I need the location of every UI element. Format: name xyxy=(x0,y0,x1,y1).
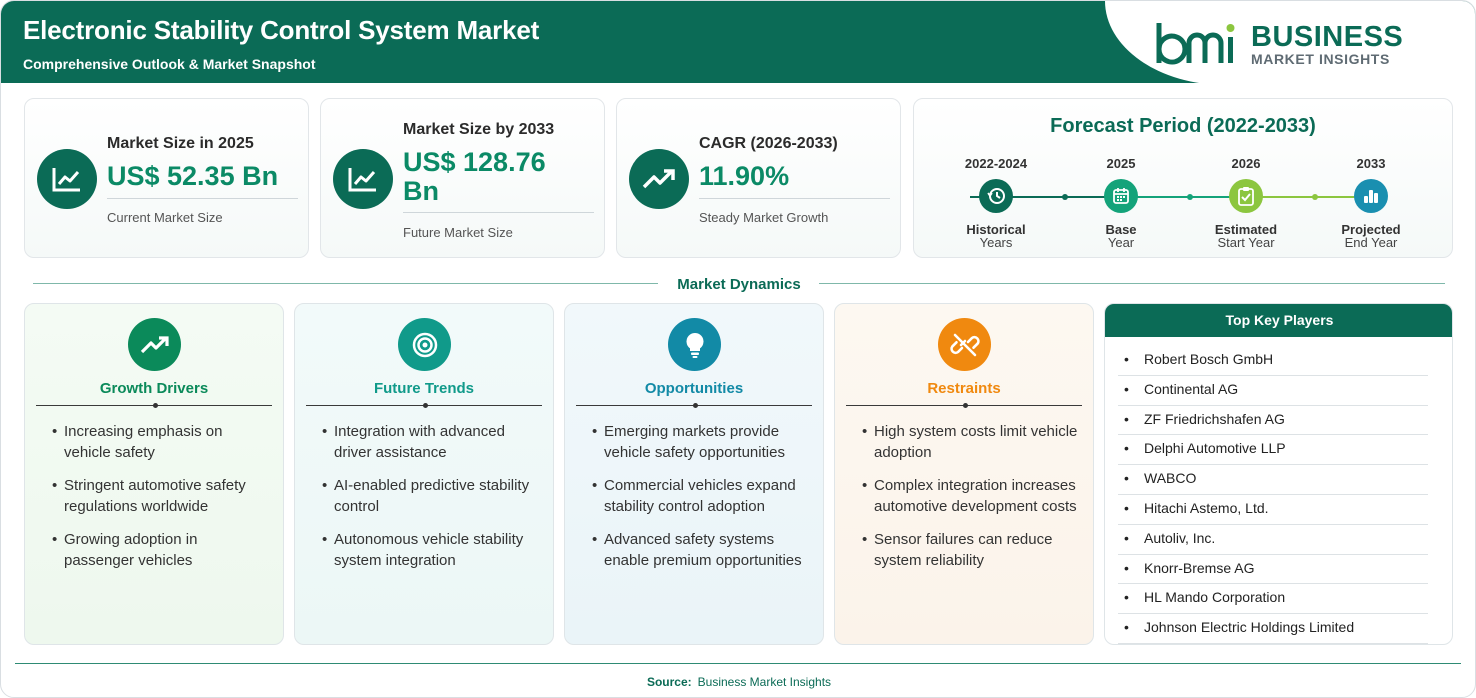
list-item: Knorr-Bremse AG xyxy=(1118,555,1428,585)
timeline-dot xyxy=(1062,194,1068,200)
timeline-dot xyxy=(1187,194,1193,200)
list-item: Autoliv, Inc. xyxy=(1118,525,1428,555)
column-opportunities: Opportunities Emerging markets provide v… xyxy=(564,303,824,645)
column-title: Restraints xyxy=(927,380,1001,397)
logo: BUSINESS MARKET INSIGHTS xyxy=(1105,1,1475,85)
stat-card-cagr: CAGR (2026-2033) 11.90% Steady Market Gr… xyxy=(616,98,901,258)
key-players-title: Top Key Players xyxy=(1105,304,1452,337)
stat-value: US$ 128.76 Bn xyxy=(403,147,546,206)
stat-value: 11.90% xyxy=(699,161,790,191)
list-item: HL Mando Corporation xyxy=(1118,584,1428,615)
stat-label: Market Size by 2033 xyxy=(403,121,555,138)
column-restraints: Restraints High system costs limit vehic… xyxy=(834,303,1094,645)
forecast-caption-sub: Start Year xyxy=(1217,235,1275,250)
forecast-year: 2022-2024 xyxy=(964,156,1028,171)
stat-label: CAGR (2026-2033) xyxy=(699,135,838,152)
column-title: Future Trends xyxy=(373,380,474,397)
list-item: Advanced safety systems enable premium o… xyxy=(592,529,811,571)
stat-card-market-size-2025: Market Size in 2025 US$ 52.35 Bn Current… xyxy=(24,98,309,258)
target-icon xyxy=(398,318,451,371)
forecast-year: 2026 xyxy=(1231,156,1261,171)
column-title: Opportunities xyxy=(644,380,744,397)
list-item: AI-enabled predictive stability control xyxy=(322,475,541,517)
stat-value: US$ 52.35 Bn xyxy=(107,161,279,191)
list-item: Commercial vehicles expand stability con… xyxy=(592,475,811,517)
section-title-market-dynamics: Market Dynamics xyxy=(677,276,801,293)
broken-link-icon xyxy=(938,318,991,371)
bar-chart-icon xyxy=(1354,179,1388,213)
calendar-icon xyxy=(1104,179,1138,213)
timeline-segment xyxy=(1122,196,1246,198)
list-item: Integration with advanced driver assista… xyxy=(322,421,541,463)
forecast-caption-sub: Year xyxy=(1107,235,1135,250)
list-item: Emerging markets provide vehicle safety … xyxy=(592,421,811,463)
forecast-caption-sub: End Year xyxy=(1344,235,1398,250)
timeline-dot xyxy=(1312,194,1318,200)
trending-up-icon xyxy=(629,149,689,209)
logo-mark xyxy=(1155,19,1245,80)
source-line: Source: Business Market Insights xyxy=(1,675,1475,689)
bullet-list: Integration with advanced driver assista… xyxy=(322,421,541,583)
trending-up-icon xyxy=(128,318,181,371)
forecast-caption-sub: Years xyxy=(979,235,1013,250)
list-item: Delphi Automotive LLP xyxy=(1118,435,1428,466)
page-title: Electronic Stability Control System Mark… xyxy=(23,15,540,45)
lightbulb-icon xyxy=(668,318,721,371)
divider xyxy=(15,663,1461,664)
stat-note: Future Market Size xyxy=(403,225,513,240)
bullet-list: High system costs limit vehicle adoption… xyxy=(862,421,1081,583)
list-item: Stringent automotive safety regulations … xyxy=(52,475,271,517)
forecast-year: 2033 xyxy=(1356,156,1386,171)
logo-text-market-insights: MARKET INSIGHTS xyxy=(1251,51,1390,67)
source-label: Source: xyxy=(646,675,692,689)
divider-dot xyxy=(423,403,428,408)
clipboard-check-icon xyxy=(1229,179,1263,213)
timeline-segment xyxy=(1246,196,1370,198)
list-item: Robert Bosch GmbH xyxy=(1118,346,1428,376)
stat-note: Steady Market Growth xyxy=(699,210,829,225)
list-item: ZF Friedrichshafen AG xyxy=(1118,406,1428,436)
forecast-title: Forecast Period (2022-2033) xyxy=(1050,115,1316,137)
column-future-trends: Future Trends Integration with advanced … xyxy=(294,303,554,645)
line-chart-icon xyxy=(333,149,393,209)
bullet-list: Increasing emphasis on vehicle safety St… xyxy=(52,421,271,583)
list-item: High system costs limit vehicle adoption xyxy=(862,421,1081,463)
list-item: Increasing emphasis on vehicle safety xyxy=(52,421,271,463)
list-item: Sensor failures can reduce system reliab… xyxy=(862,529,1081,571)
stat-label: Market Size in 2025 xyxy=(107,135,254,152)
infographic: Electronic Stability Control System Mark… xyxy=(0,0,1476,698)
list-item: Complex integration increases automotive… xyxy=(862,475,1081,517)
divider-dot xyxy=(693,403,698,408)
stat-note: Current Market Size xyxy=(107,210,223,225)
list-item: Continental AG xyxy=(1118,376,1428,406)
divider-dot xyxy=(963,403,968,408)
list-item: Johnson Electric Holdings Limited xyxy=(1118,614,1428,644)
column-growth-drivers: Growth Drivers Increasing emphasis on ve… xyxy=(24,303,284,645)
divider xyxy=(107,198,298,199)
list-item: WABCO xyxy=(1118,465,1428,495)
page-subtitle: Comprehensive Outlook & Market Snapshot xyxy=(23,56,316,72)
forecast-year: 2025 xyxy=(1106,156,1136,171)
key-players-list: Robert Bosch GmbH Continental AG ZF Frie… xyxy=(1118,346,1428,644)
logo-text-business: BUSINESS xyxy=(1251,21,1404,53)
list-item: Growing adoption in passenger vehicles xyxy=(52,529,271,571)
source-value: Business Market Insights xyxy=(697,675,832,689)
line-chart-icon xyxy=(37,149,97,209)
divider-dot xyxy=(153,403,158,408)
bmi-logo-icon xyxy=(1156,23,1235,65)
bullet-list: Emerging markets provide vehicle safety … xyxy=(592,421,811,583)
list-item: Autonomous vehicle stability system inte… xyxy=(322,529,541,571)
divider xyxy=(699,198,890,199)
key-players-panel: Top Key Players Robert Bosch GmbH Contin… xyxy=(1104,303,1453,645)
divider xyxy=(403,212,594,213)
stat-card-market-size-2033: Market Size by 2033 US$ 128.76 Bn Future… xyxy=(320,98,605,258)
list-item: Hitachi Astemo, Ltd. xyxy=(1118,495,1428,525)
column-title: Growth Drivers xyxy=(99,380,209,397)
history-icon xyxy=(979,179,1013,213)
forecast-card: Forecast Period (2022-2033) 2022-2024 Hi… xyxy=(913,98,1453,258)
